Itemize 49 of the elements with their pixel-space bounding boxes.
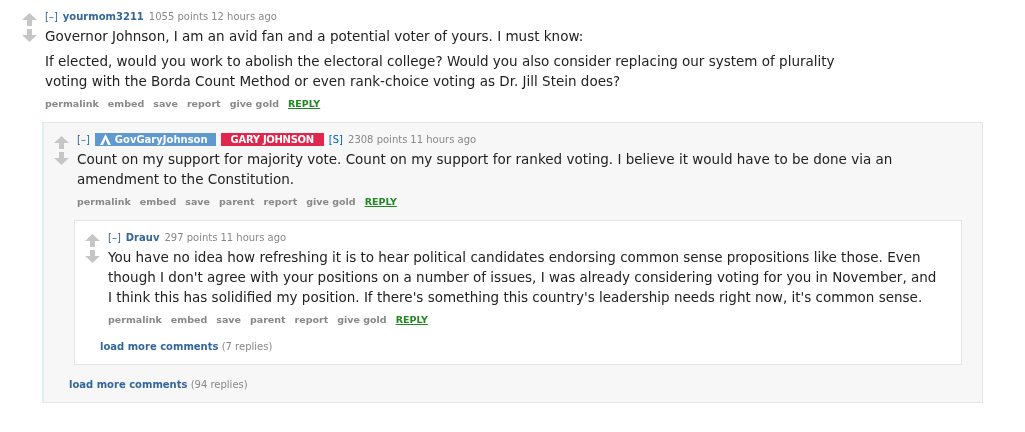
- action-link[interactable]: report: [263, 196, 298, 207]
- collapse-toggle[interactable]: [–]: [77, 133, 90, 145]
- downvote-icon[interactable]: [85, 250, 100, 263]
- action-link[interactable]: give gold: [337, 314, 387, 325]
- action-link[interactable]: report: [294, 314, 329, 325]
- comment-text: You have no idea how refreshing it is to hear political candidates endorsing common sense propositions like those. Even though I don't agree with your positions on a number of issues, I was already considering voting for you in November, and I think this has solidified my position. If there's something this country's leadership needs right now, it's common sense.: [108, 248, 938, 307]
- action-link[interactable]: embed: [170, 314, 208, 325]
- collapse-toggle[interactable]: [–]: [45, 10, 58, 22]
- load-more-link[interactable]: load more comments: [100, 341, 219, 352]
- action-link[interactable]: give gold: [229, 98, 279, 109]
- reply-link[interactable]: REPLY: [364, 196, 397, 207]
- score-text: 297 points: [164, 231, 218, 243]
- action-link[interactable]: save: [216, 314, 241, 325]
- action-link[interactable]: permalink: [77, 196, 131, 207]
- comment-text: If elected, would you work to abolish the electoral college? Would you also consider replacing our system of plurality voting with the Borda Count Method or even rank-choice voting as Dr. Jill Stein does?: [45, 52, 836, 91]
- timestamp: 11 hours ago: [220, 231, 287, 243]
- action-link[interactable]: report: [186, 98, 221, 109]
- comment-text: Count on my support for majority vote. Count on my support for ranked voting. I believe it would have to be done via an amendment to the Constitution.: [77, 150, 894, 189]
- action-link[interactable]: save: [185, 196, 210, 207]
- comment-text: Governor Johnson, I am an avid fan and a potential voter of yours. I must know:: [45, 27, 585, 46]
- timestamp: 11 hours ago: [410, 133, 477, 145]
- upvote-icon[interactable]: [85, 234, 100, 247]
- action-link[interactable]: parent: [218, 196, 255, 207]
- username-link[interactable]: Drauv: [125, 231, 160, 243]
- action-link[interactable]: embed: [107, 98, 145, 109]
- action-link[interactable]: parent: [249, 314, 286, 325]
- collapse-toggle[interactable]: [–]: [108, 231, 121, 243]
- username-link[interactable]: yourmom3211: [62, 10, 144, 22]
- reply-count: (7 replies): [221, 341, 273, 352]
- action-link[interactable]: save: [153, 98, 178, 109]
- load-more-link[interactable]: load more comments: [69, 379, 188, 390]
- submitter-tag[interactable]: [S]: [328, 133, 343, 145]
- score-text: 1055 points: [148, 10, 209, 22]
- peak-icon: [99, 133, 111, 145]
- upvote-icon[interactable]: [22, 13, 37, 26]
- downvote-icon[interactable]: [22, 29, 37, 42]
- action-link[interactable]: give gold: [306, 196, 356, 207]
- upvote-icon[interactable]: [54, 136, 69, 149]
- reply-count: (94 replies): [190, 379, 248, 390]
- timestamp: 12 hours ago: [211, 10, 277, 22]
- action-link[interactable]: permalink: [108, 314, 162, 325]
- username-link[interactable]: GovGaryJohnson: [94, 132, 216, 146]
- action-link[interactable]: embed: [139, 196, 177, 207]
- user-flair: GARY JOHNSON: [220, 132, 324, 146]
- downvote-icon[interactable]: [54, 152, 69, 165]
- reply-link[interactable]: REPLY: [395, 314, 428, 325]
- action-link[interactable]: permalink: [45, 98, 99, 109]
- score-text: 2308 points: [348, 133, 408, 145]
- reply-link[interactable]: REPLY: [288, 98, 321, 109]
